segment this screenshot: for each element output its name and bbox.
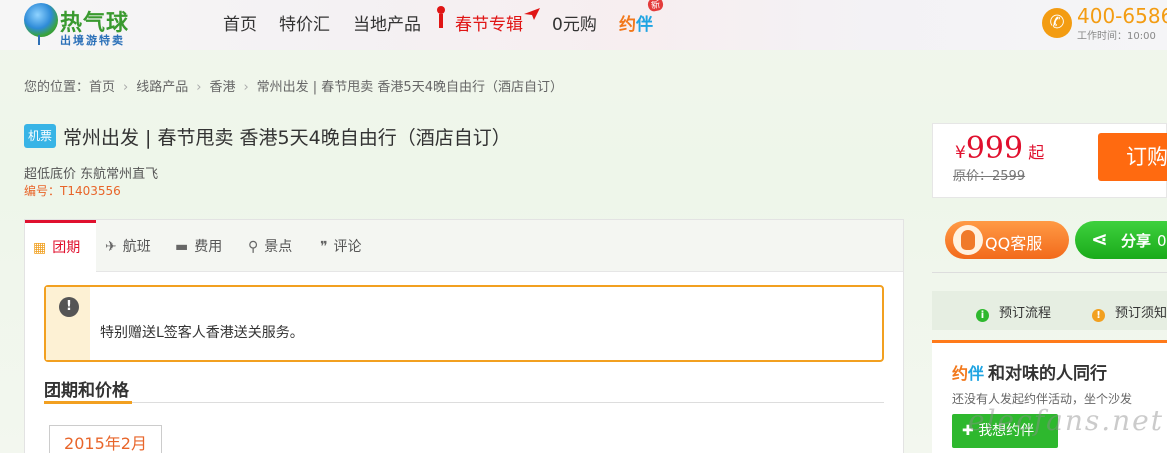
tab-flights[interactable]: ✈ 航班 <box>105 220 151 272</box>
nav-local-products[interactable]: 当地产品 <box>353 10 421 35</box>
paper-plane-icon <box>524 8 540 20</box>
chevron-right-icon: › <box>196 80 202 95</box>
share-button[interactable]: ⋖ 分享 0 <box>1075 221 1167 259</box>
balloon-icon <box>24 3 58 45</box>
booking-notice-tab[interactable]: ! 预订须知 <box>1092 302 1167 322</box>
tab-dates-label: 团期 <box>52 240 81 256</box>
notice-box: ! 特别赠送L签客人香港送关服务。 <box>44 285 884 362</box>
nav-home[interactable]: 首页 <box>223 10 257 35</box>
price: ¥999 起 <box>955 131 1044 166</box>
yueban-title-text: 和对味的人同行 <box>988 364 1108 384</box>
nav-zero-buy[interactable]: 0元购 <box>552 10 597 35</box>
side-divider <box>932 272 1167 273</box>
yueban-title: 约伴 和对味的人同行 <box>952 359 1107 384</box>
tab-fees-label: 费用 <box>194 239 223 255</box>
breadcrumb-routes[interactable]: 线路产品 <box>136 80 188 95</box>
flight-ticket-badge: 机票 <box>24 124 56 148</box>
alert-icon: ! <box>59 297 79 317</box>
breadcrumb-hongkong[interactable]: 香港 <box>209 80 235 95</box>
yueban-logo-part2: 伴 <box>968 364 985 383</box>
month-tab[interactable]: 2015年2月 <box>49 425 162 453</box>
booking-notice-label: 预订须知 <box>1115 306 1167 321</box>
original-price: 原价：2599 <box>953 169 1026 184</box>
map-pin-icon: ⚲ <box>248 239 259 255</box>
tab-attractions-label: 景点 <box>264 239 293 255</box>
booking-flow-label: 预订流程 <box>999 306 1052 321</box>
chevron-right-icon: › <box>243 80 249 95</box>
product-code: 编号：T1403556 <box>24 184 121 198</box>
breadcrumb-current: 常州出发 | 春节甩卖 香港5天4晚自由行（酒店自订） <box>256 80 563 95</box>
booking-flow-tab[interactable]: i 预订流程 <box>976 302 1051 322</box>
share-count: 0 <box>1157 232 1167 250</box>
work-time: 工作时间：10:00 <box>1077 31 1156 42</box>
yueban-logo-part1: 约 <box>952 364 969 383</box>
booking-info-tabs: i 预订流程 ! 预订须知 <box>932 291 1167 330</box>
firecracker-icon <box>437 6 445 28</box>
breadcrumb-home[interactable]: 您的位置：首页 <box>24 80 115 95</box>
breadcrumb: 您的位置：首页 › 线路产品 › 香港 › 常州出发 | 春节甩卖 香港5天4晚自由行（酒店… <box>24 76 563 95</box>
nav-yueban-part1: 约 <box>619 15 636 35</box>
info-icon: i <box>976 309 989 322</box>
product-subtitle: 超低底价 东航常州直飞 <box>24 167 159 182</box>
nav-spring-festival[interactable]: 春节专辑 <box>455 10 523 35</box>
nav-yueban[interactable]: 约伴 <box>619 10 653 35</box>
warning-icon: ! <box>1092 309 1105 322</box>
price-currency: ¥ <box>955 143 966 163</box>
page-title: 常州出发 | 春节甩卖 香港5天4晚自由行（酒店自订） <box>63 127 511 149</box>
notice-text: 特别赠送L签客人香港送关服务。 <box>100 325 304 341</box>
wallet-icon: ▬ <box>175 239 189 255</box>
site-logo[interactable]: 热气球 出境游特卖 <box>24 3 149 47</box>
tab-flights-label: 航班 <box>122 239 151 255</box>
calendar-icon: ▦ <box>33 240 47 256</box>
tab-attractions[interactable]: ⚲ 景点 <box>248 220 292 272</box>
top-navbar: 热气球 出境游特卖 首页 特价汇 当地产品 春节专辑 0元购 约伴 新 ✆ 40… <box>0 0 1167 50</box>
detail-tabs: ▦ 团期 ✈ 航班 ▬ 费用 ⚲ 景点 ❞ 评论 <box>25 220 903 273</box>
notice-icon-column: ! <box>46 287 90 360</box>
share-icon: ⋖ <box>1091 227 1108 251</box>
chevron-right-icon: › <box>123 80 129 95</box>
hotline-number: 400-6586 <box>1077 4 1167 28</box>
section-title: 团期和价格 <box>44 381 129 401</box>
tab-reviews[interactable]: ❞ 评论 <box>320 220 362 272</box>
nav-yueban-part2: 伴 <box>636 15 653 35</box>
nav-deals[interactable]: 特价汇 <box>279 10 330 35</box>
tab-fees[interactable]: ▬ 费用 <box>175 220 222 272</box>
price-suffix: 起 <box>1028 143 1045 162</box>
section-underline <box>44 401 884 404</box>
order-button[interactable]: 订购 <box>1098 133 1167 181</box>
qq-service-button[interactable]: QQ客服 <box>945 221 1069 259</box>
price-value: 999 <box>965 131 1024 166</box>
quote-icon: ❞ <box>320 239 328 255</box>
tab-dates[interactable]: ▦ 团期 <box>25 220 96 273</box>
main-content: ▦ 团期 ✈ 航班 ▬ 费用 ⚲ 景点 ❞ 评论 ! 特别赠送L签客人香港送关服务。 团期… <box>24 219 904 453</box>
share-label: 分享 <box>1121 232 1152 250</box>
watermark: elecfans.net <box>968 404 1164 437</box>
qq-penguin-icon <box>953 225 983 255</box>
phone-icon: ✆ <box>1042 8 1072 38</box>
airplane-icon: ✈ <box>105 239 117 255</box>
logo-subtitle: 出境游特卖 <box>60 34 125 47</box>
tab-reviews-label: 评论 <box>333 239 362 255</box>
qq-service-label: QQ客服 <box>985 234 1043 253</box>
